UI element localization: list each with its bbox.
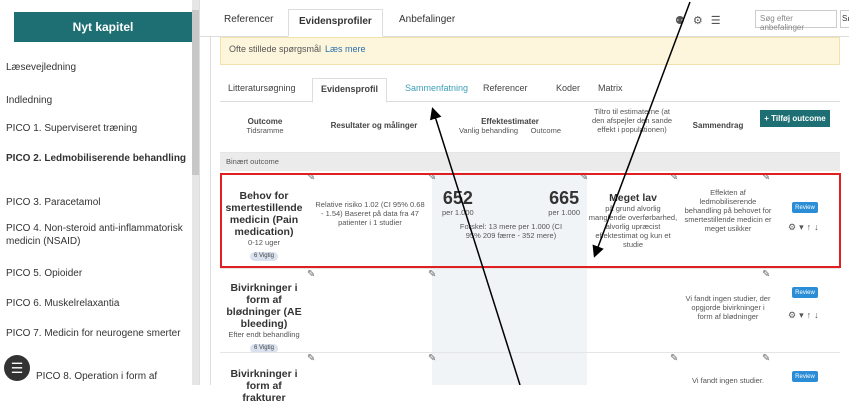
list-icon[interactable]: ☰	[4, 355, 30, 381]
row2-summary: Vi fandt ingen studier, der opgjorde biv…	[685, 294, 771, 321]
sidebar-item-introduction[interactable]: Indledning	[6, 94, 192, 107]
sidebar-scroll-thumb[interactable]	[192, 10, 199, 175]
edit-icon[interactable]: ✎	[762, 353, 770, 364]
row3-review-button[interactable]: Review	[792, 371, 818, 382]
row3-title: Bivirkninger i form af frakturer	[230, 368, 298, 404]
sidebar-item-reading-guide[interactable]: Læsevejledning	[6, 61, 192, 74]
tab-evidensprofiler[interactable]: Evidensprofiler	[288, 9, 383, 37]
edit-icon[interactable]: ✎	[307, 353, 315, 364]
edit-icon[interactable]: ✎	[428, 353, 436, 364]
divider	[210, 37, 211, 385]
sidebar-item-pico7[interactable]: PICO 7. Medicin for neurogene smerter	[6, 327, 192, 340]
row2-review-button[interactable]: Review	[792, 287, 818, 298]
highlight-box	[220, 173, 841, 268]
top-tabs: Referencer Evidensprofiler Anbefalinger …	[200, 0, 849, 37]
edit-icon[interactable]: ✎	[307, 269, 315, 280]
tab-matrix[interactable]: Matrix	[598, 83, 623, 93]
sidebar-item-pico2[interactable]: PICO 2. Ledmobiliserende behandling	[6, 152, 192, 165]
row2-badge-number: 6	[254, 345, 258, 351]
col-timeframe: Tidsramme	[246, 126, 284, 135]
row2-time: Efter endt behandling	[228, 330, 300, 339]
sidebar-item-pico4[interactable]: PICO 4. Non-steroid anti-inflammatorisk …	[6, 222, 192, 248]
row3-summary: Vi fandt ingen studier.	[692, 376, 764, 385]
col-usual: Vanlig behandling	[458, 126, 519, 135]
col-summary: Sammendrag	[692, 121, 744, 130]
row2-badge-label: Vigtig	[259, 345, 274, 351]
col-outcome: Outcome	[247, 117, 283, 126]
tab-anbefalinger[interactable]: Anbefalinger	[399, 14, 455, 25]
row2-title: Bivirkninger i form af blødninger (AE bl…	[226, 282, 302, 330]
tab-referencer-sub[interactable]: Referencer	[483, 83, 528, 93]
tab-litteratursogning[interactable]: Litteratursøgning	[228, 83, 296, 93]
col-outcome2: Outcome	[530, 126, 562, 135]
edit-icon[interactable]: ✎	[762, 269, 770, 280]
tab-referencer[interactable]: Referencer	[224, 14, 273, 25]
faq-notice: Ofte stillede spørgsmål Læs mere	[220, 37, 840, 65]
search-button[interactable]: Sø	[840, 10, 849, 28]
sidebar-item-pico6[interactable]: PICO 6. Muskelrelaxantia	[6, 297, 192, 310]
tab-evidensprofil[interactable]: Evidensprofil	[312, 78, 388, 103]
row2-controls[interactable]: ⚙▾↑↓	[788, 310, 822, 321]
faq-text: Ofte stillede spørgsmål	[229, 44, 322, 54]
edit-icon[interactable]: ✎	[670, 353, 678, 364]
new-chapter-button[interactable]: Nyt kapitel	[14, 12, 192, 42]
read-more-link[interactable]: Læs mere	[325, 44, 366, 54]
sidebar-item-pico5[interactable]: PICO 5. Opioider	[6, 267, 192, 280]
edit-icon[interactable]: ✎	[428, 269, 436, 280]
search-input[interactable]: Søg efter anbefalinger	[755, 10, 837, 32]
section-binary-outcome: Binært outcome	[220, 153, 840, 171]
col-effect: Effektestimater	[481, 117, 539, 126]
table-header: Outcome Tidsramme Resultater og målinger …	[220, 103, 840, 153]
toolbar-icons[interactable]: ⚉⚙☰	[675, 14, 729, 27]
col-results: Resultater og målinger	[330, 121, 418, 130]
col-trust: Tiltro til estimaterne (at den afspejler…	[591, 107, 673, 134]
tab-sammenfatning[interactable]: Sammenfatning	[405, 83, 468, 93]
sidebar: Nyt kapitel Læsevejledning Indledning PI…	[0, 0, 200, 385]
add-outcome-button[interactable]: + Tilføj outcome	[760, 110, 830, 127]
sidebar-item-pico3[interactable]: PICO 3. Paracetamol	[6, 196, 192, 209]
sub-tabs: Litteratursøgning Evidensprofil Sammenfa…	[220, 72, 840, 103]
sidebar-item-pico1[interactable]: PICO 1. Superviseret træning	[6, 122, 192, 135]
tab-koder[interactable]: Koder	[556, 83, 580, 93]
sidebar-item-pico8[interactable]: PICO 8. Operation i form af	[36, 370, 199, 383]
